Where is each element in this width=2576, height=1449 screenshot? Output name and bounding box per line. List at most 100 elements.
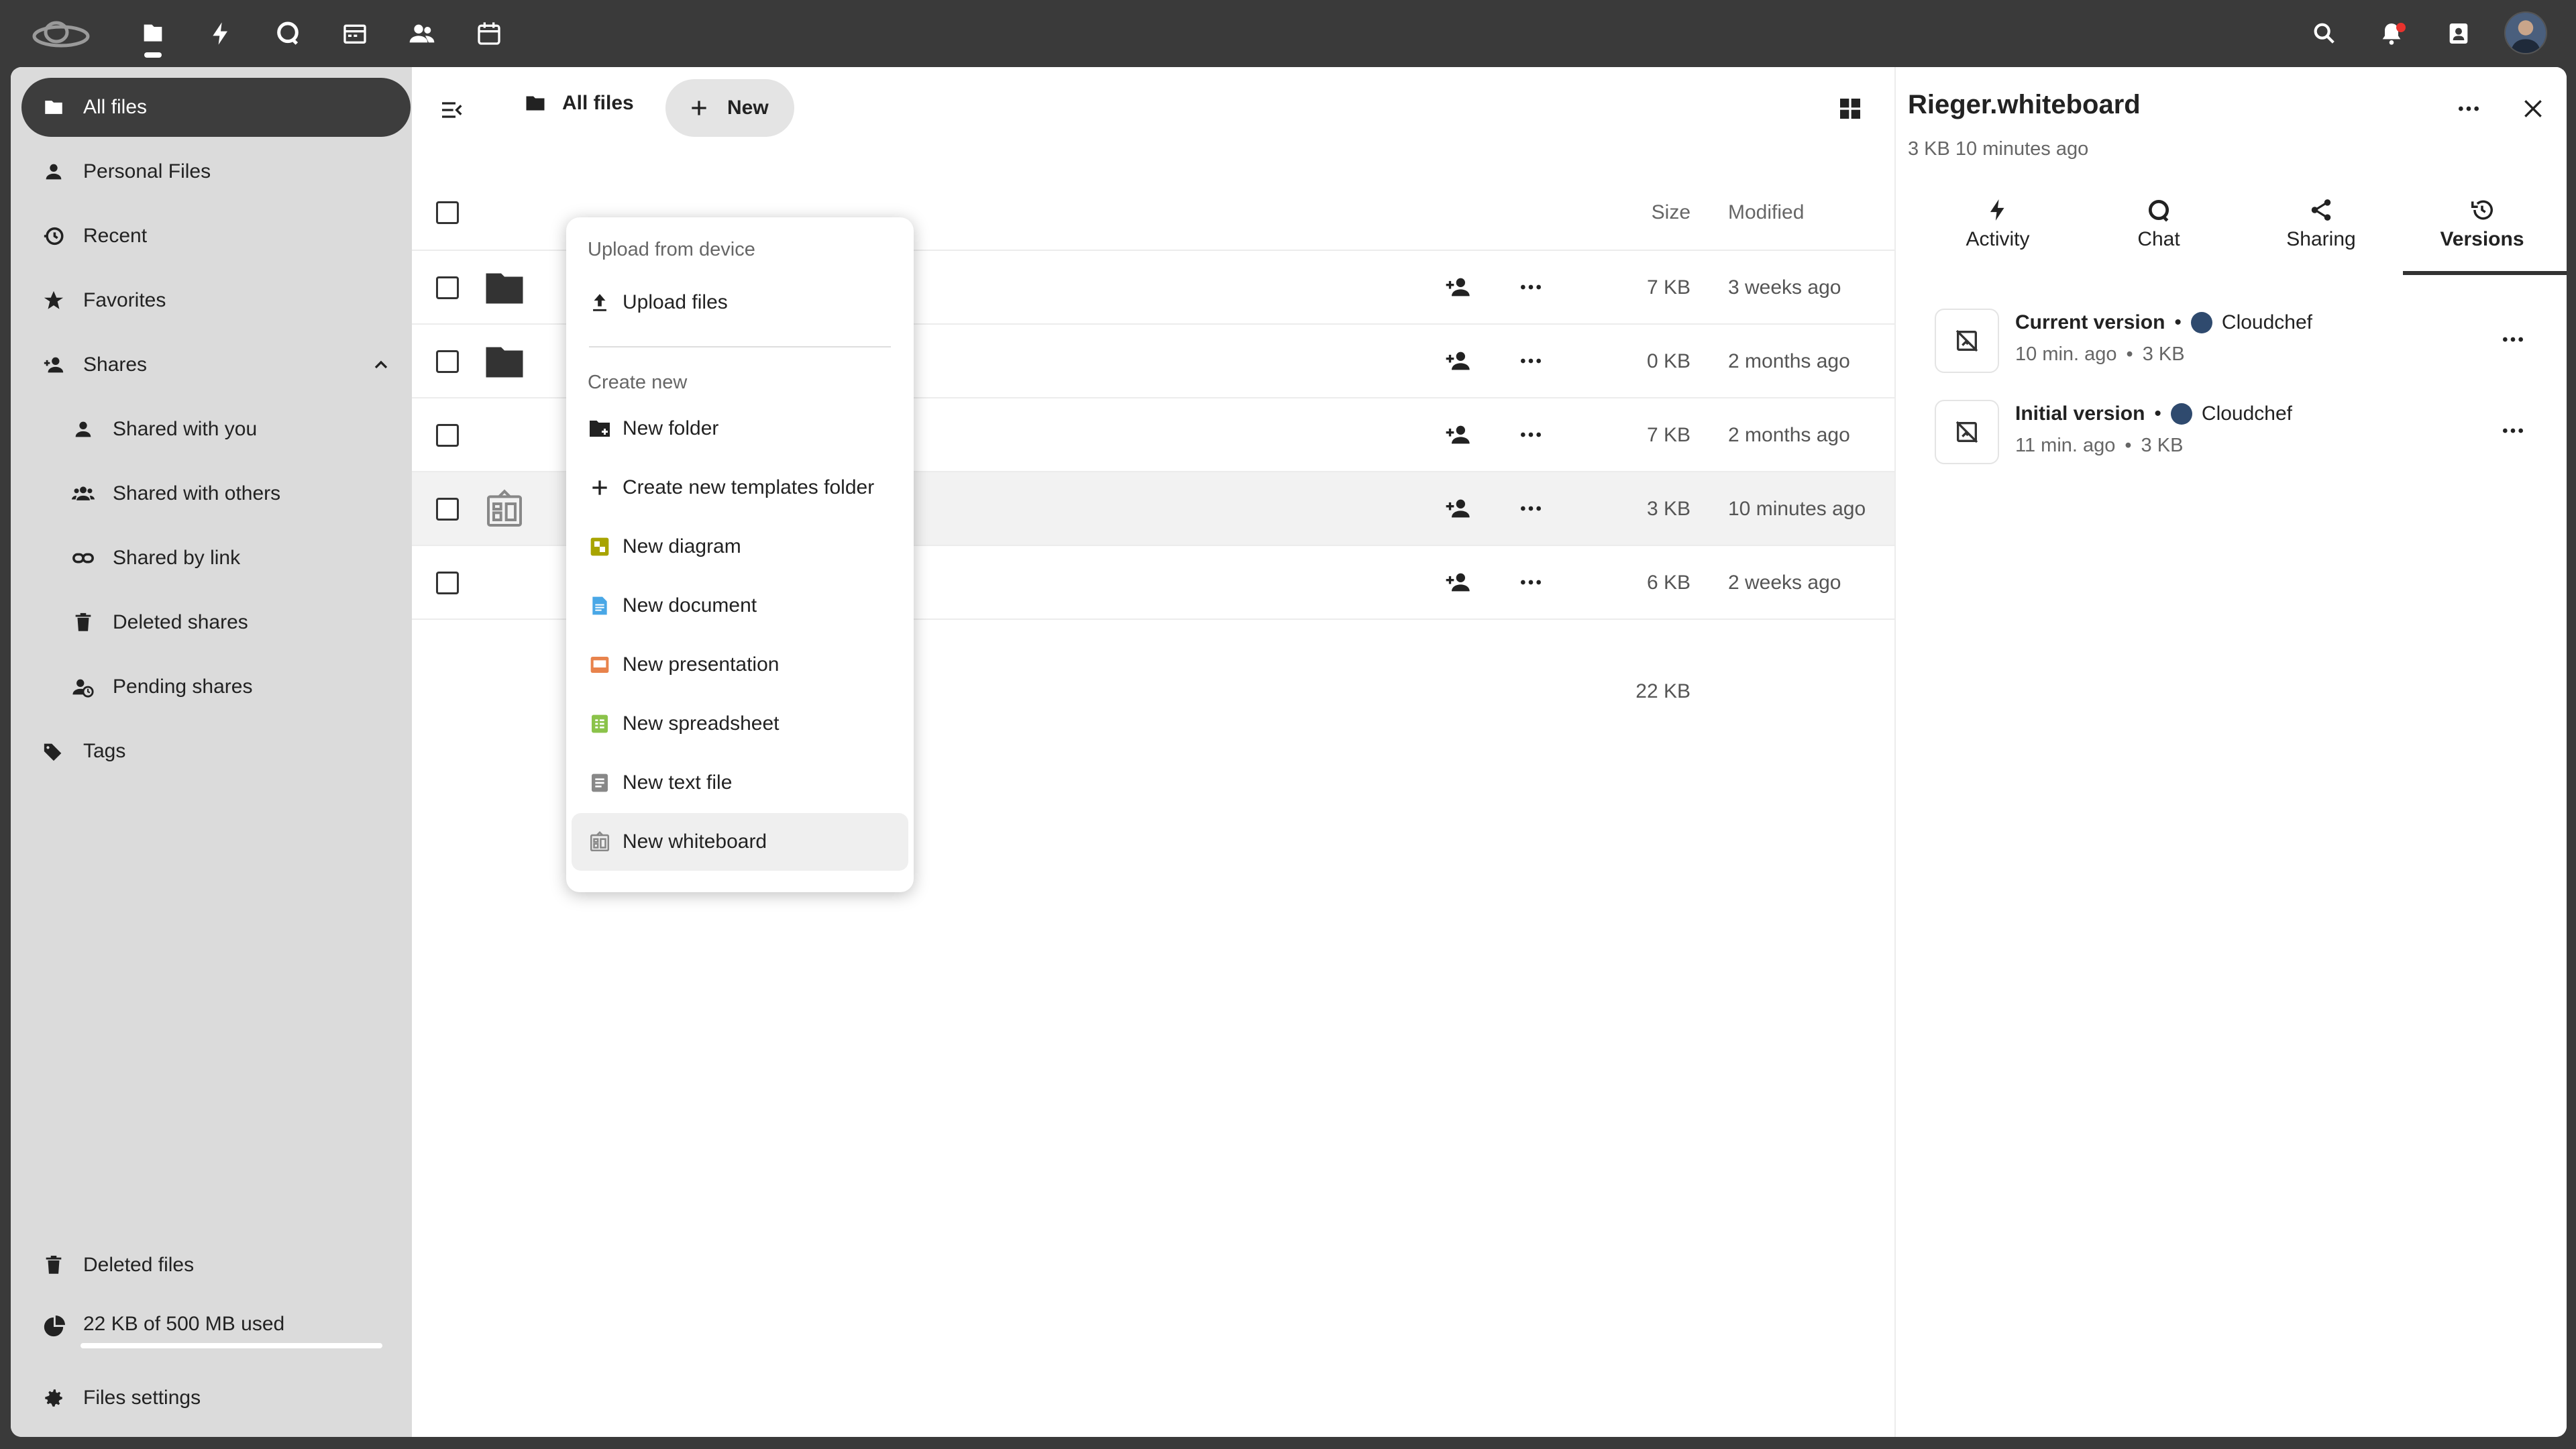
toggle-navigation-icon[interactable]: [439, 97, 466, 123]
nav-deleted-shares[interactable]: Deleted shares: [51, 593, 411, 652]
folder-icon: [483, 268, 526, 309]
diagram-icon: [582, 536, 617, 557]
version-item[interactable]: Current version • Cloudchef 10 min. ago •…: [1935, 303, 2538, 377]
new-button[interactable]: New: [665, 79, 794, 137]
more-actions-icon[interactable]: [1517, 347, 1544, 374]
nav-shared-with-others[interactable]: Shared with others: [51, 464, 411, 523]
new-text-file-item[interactable]: New text file: [572, 754, 908, 812]
menu-divider: [589, 346, 891, 347]
new-diagram-item[interactable]: New diagram: [572, 518, 908, 576]
notifications-icon[interactable]: [2375, 17, 2408, 50]
logo-icon[interactable]: [31, 13, 91, 54]
version-author: Cloudchef: [2221, 311, 2312, 333]
nav-label: Personal Files: [83, 160, 211, 182]
column-size[interactable]: Size: [1652, 201, 1690, 224]
version-item[interactable]: Initial version • Cloudchef 11 min. ago •…: [1935, 394, 2538, 468]
file-size: 7 KB: [1646, 276, 1690, 299]
more-actions-icon[interactable]: [1517, 569, 1544, 596]
history-icon: [36, 225, 71, 248]
more-actions-icon[interactable]: [1517, 421, 1544, 448]
more-actions-icon[interactable]: [1517, 495, 1544, 522]
account-icon: [66, 418, 101, 441]
calendar-icon[interactable]: [472, 17, 506, 50]
nav-label: Shared with you: [113, 418, 258, 440]
sidebar-subtitle: 3 KB 10 minutes ago: [1908, 138, 2089, 160]
menu-label: New document: [623, 594, 757, 616]
file-size: 7 KB: [1646, 424, 1690, 446]
nav-label: Shared by link: [113, 547, 241, 569]
new-document-item[interactable]: New document: [572, 577, 908, 635]
more-actions-icon[interactable]: [2500, 326, 2526, 353]
folder-icon: [523, 91, 547, 115]
nav-shared-by-link[interactable]: Shared by link: [51, 529, 411, 588]
file-size: 0 KB: [1646, 350, 1690, 372]
create-templates-folder-item[interactable]: Create new templates folder: [572, 459, 908, 517]
share-icon[interactable]: [1445, 421, 1472, 448]
nav-personal-files[interactable]: Personal Files: [21, 142, 411, 201]
tag-multiple-icon: [36, 740, 71, 763]
nav-label: Shared with others: [113, 482, 281, 504]
menu-label: Upload files: [623, 291, 728, 313]
column-modified[interactable]: Modified: [1728, 201, 1804, 224]
row-checkbox[interactable]: [436, 572, 459, 594]
row-checkbox[interactable]: [436, 350, 459, 373]
whiteboard-icon: [483, 487, 526, 531]
tab-chat[interactable]: Chat: [2080, 197, 2238, 267]
version-author: Cloudchef: [2201, 402, 2292, 425]
activity-icon[interactable]: [204, 17, 237, 50]
more-actions-icon[interactable]: [1517, 274, 1544, 301]
search-icon[interactable]: [2308, 17, 2341, 50]
version-label: Initial version: [2015, 402, 2145, 425]
no-preview-icon: [1935, 309, 1999, 373]
nav-recent[interactable]: Recent: [21, 207, 411, 266]
menu-label: New presentation: [623, 653, 780, 676]
contacts-icon[interactable]: [405, 17, 439, 50]
file-size: 6 KB: [1646, 572, 1690, 594]
upload-files-item[interactable]: Upload files: [572, 274, 908, 331]
close-icon[interactable]: [2520, 95, 2546, 122]
nav-deleted-files[interactable]: Deleted files: [21, 1236, 411, 1295]
more-actions-icon[interactable]: [2500, 417, 2526, 444]
version-title-line: Initial version • Cloudchef: [2015, 402, 2292, 425]
star-icon: [36, 289, 71, 312]
quota-text: 22 KB of 500 MB used: [83, 1313, 285, 1335]
nav-shared-with-you[interactable]: Shared with you: [51, 400, 411, 459]
new-spreadsheet-item[interactable]: New spreadsheet: [572, 695, 908, 753]
more-actions-icon[interactable]: [2455, 95, 2482, 122]
share-icon[interactable]: [1445, 495, 1472, 522]
nav-shares[interactable]: Shares: [21, 335, 411, 394]
chevron-up-icon[interactable]: [370, 354, 392, 376]
files-icon[interactable]: [136, 17, 170, 50]
new-whiteboard-item[interactable]: New whiteboard: [572, 813, 908, 871]
new-button-label: New: [727, 97, 769, 119]
talk-icon[interactable]: [271, 17, 305, 50]
nav-tags[interactable]: Tags: [21, 722, 411, 781]
nav-favorites[interactable]: Favorites: [21, 271, 411, 330]
share-icon[interactable]: [1445, 569, 1472, 596]
tab-activity[interactable]: Activity: [1919, 197, 2077, 267]
tab-label: Activity: [1966, 228, 2030, 250]
active-app-indicator: [144, 52, 162, 58]
no-preview-icon: [1935, 400, 1999, 464]
nav-files-settings[interactable]: Files settings: [21, 1368, 411, 1428]
new-presentation-item[interactable]: New presentation: [572, 636, 908, 694]
select-all-checkbox[interactable]: [436, 201, 459, 224]
mail-icon[interactable]: [338, 17, 372, 50]
contacts-menu-icon[interactable]: [2442, 17, 2475, 50]
version-meta: 10 min. ago • 3 KB: [2015, 343, 2185, 366]
nav-pending-shares[interactable]: Pending shares: [51, 657, 411, 716]
row-checkbox[interactable]: [436, 276, 459, 299]
share-icon[interactable]: [1445, 347, 1472, 374]
row-checkbox[interactable]: [436, 498, 459, 521]
file-size: 3 KB: [1646, 498, 1690, 520]
account-group-icon: [66, 482, 101, 505]
share-icon[interactable]: [1445, 274, 1472, 301]
breadcrumb[interactable]: All files: [523, 91, 634, 115]
grid-view-icon[interactable]: [1837, 95, 1864, 122]
nav-all-files[interactable]: All files: [21, 78, 411, 137]
user-avatar[interactable]: [2504, 11, 2547, 54]
new-folder-item[interactable]: New folder: [572, 400, 908, 458]
tab-versions[interactable]: Versions: [2403, 197, 2561, 267]
tab-sharing[interactable]: Sharing: [2242, 197, 2400, 267]
row-checkbox[interactable]: [436, 424, 459, 447]
